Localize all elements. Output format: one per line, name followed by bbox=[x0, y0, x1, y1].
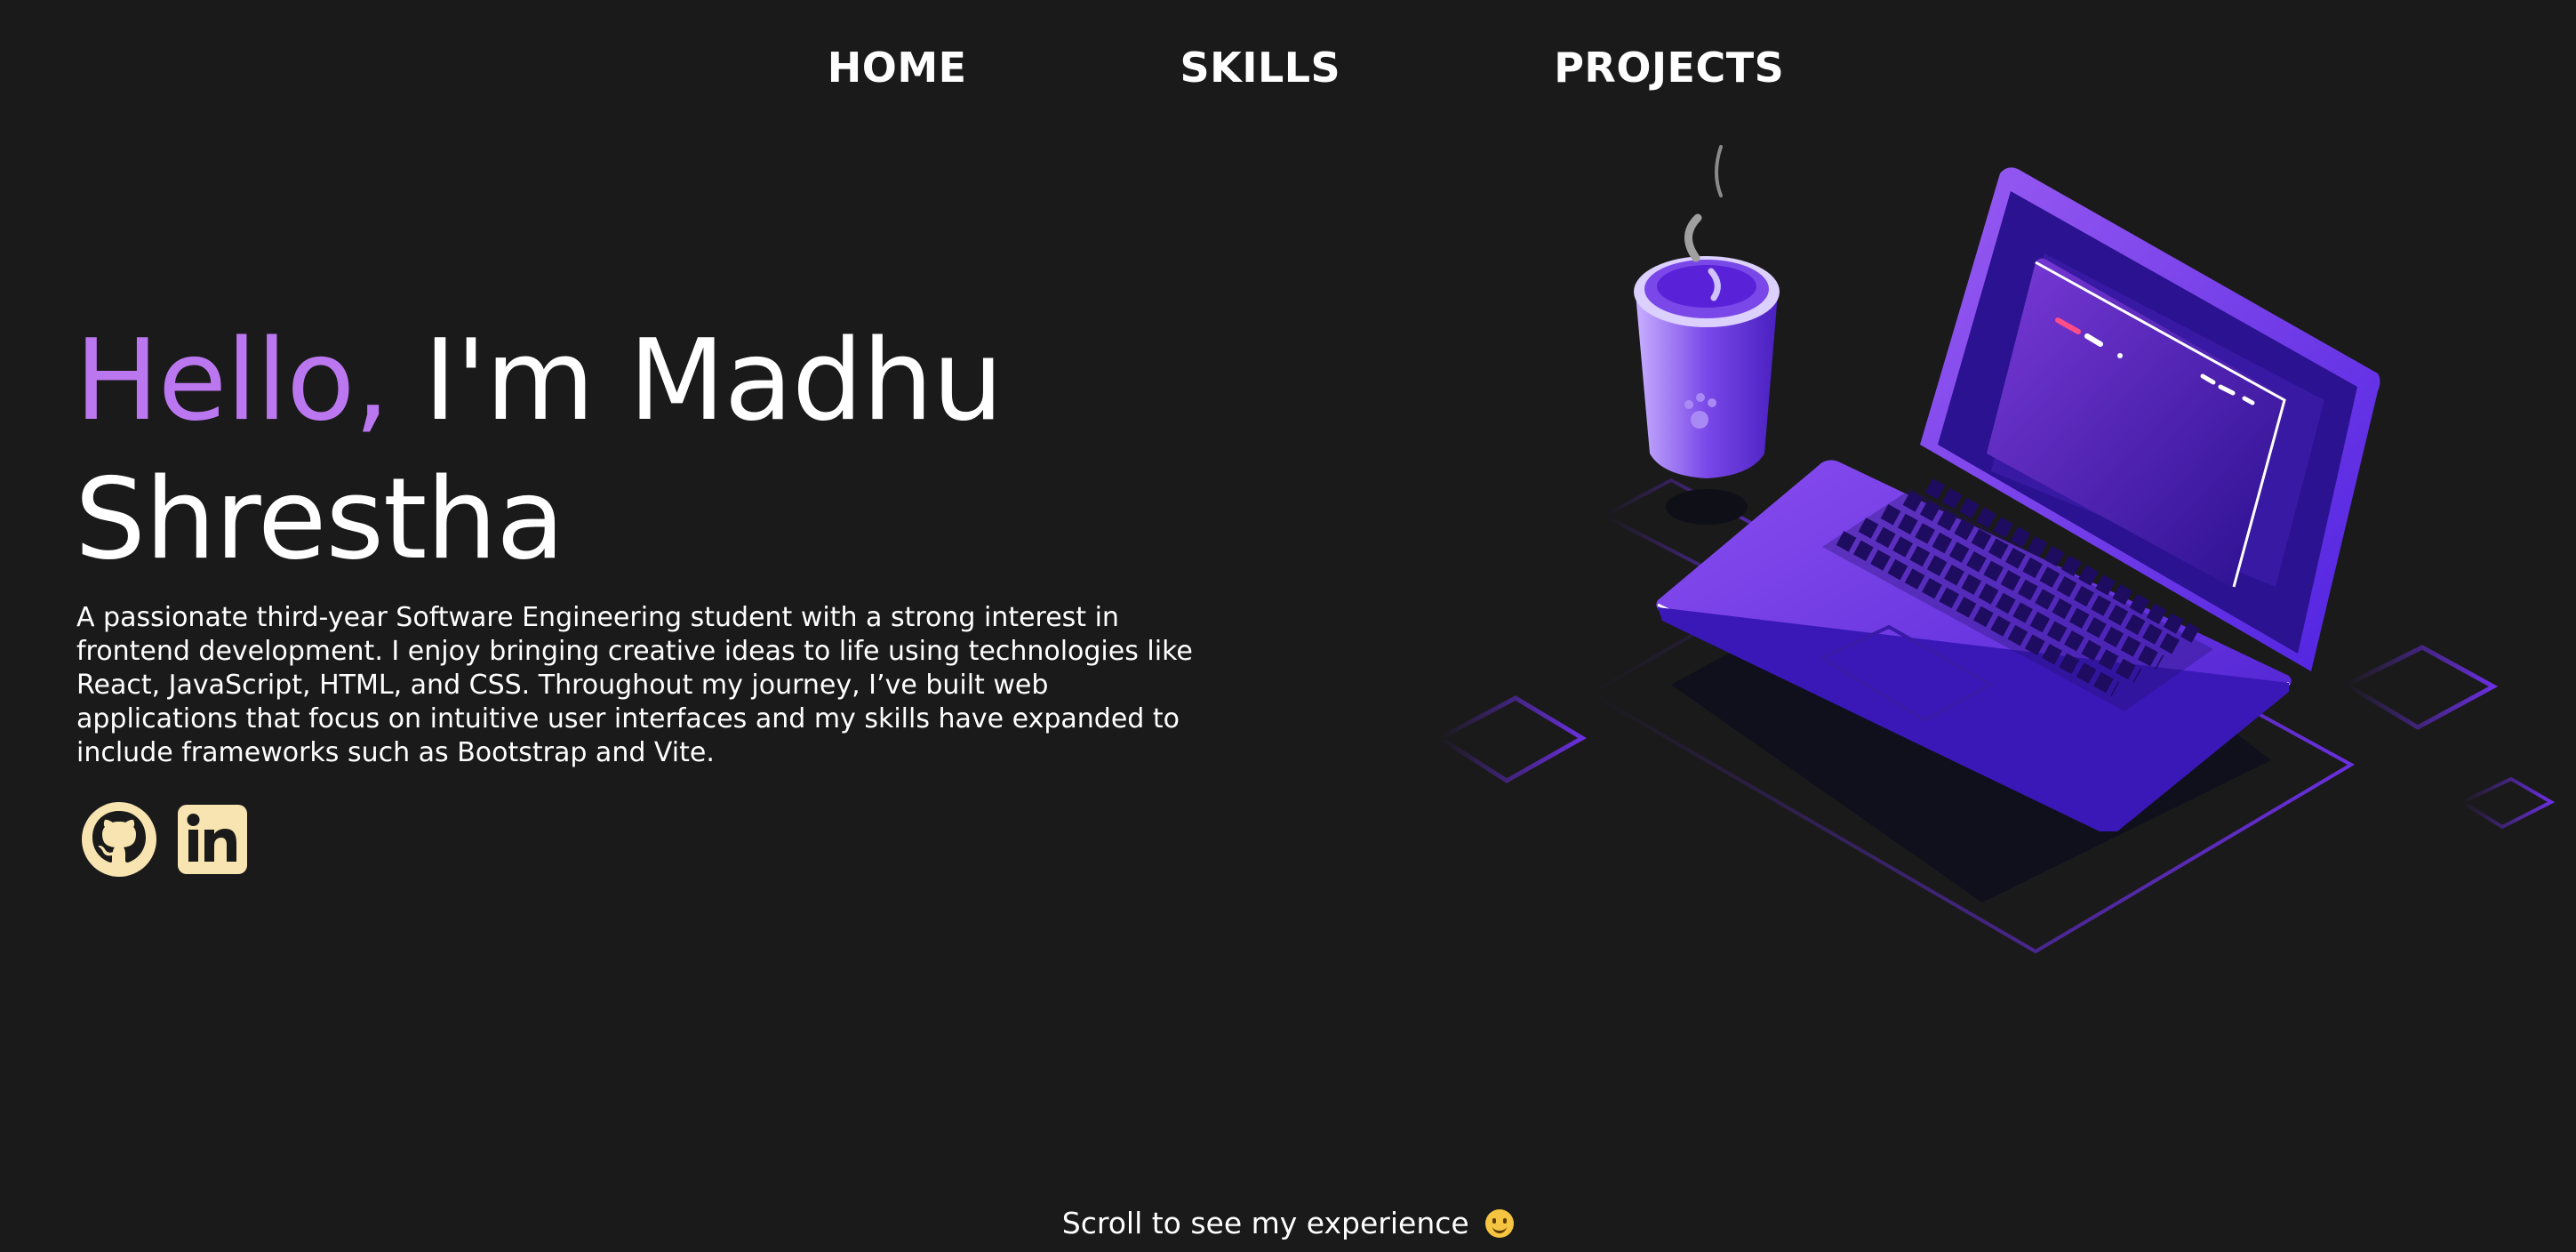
nav-projects[interactable]: PROJECTS bbox=[1518, 44, 1784, 92]
scroll-hint-text: Scroll to see my experience bbox=[1061, 1206, 1469, 1240]
hero-title: Hello, I'm Madhu Shrestha bbox=[75, 311, 1230, 589]
hero-greeting: Hello, bbox=[75, 315, 389, 445]
laptop-coffee-illustration bbox=[1436, 145, 2556, 954]
social-links bbox=[82, 802, 247, 880]
github-link[interactable] bbox=[82, 802, 156, 880]
github-icon bbox=[82, 802, 156, 877]
main-nav: HOME SKILLS PROJECTS bbox=[0, 34, 2576, 101]
scroll-hint: Scroll to see my experience bbox=[0, 1206, 2576, 1240]
nav-home[interactable]: HOME bbox=[792, 44, 967, 92]
smiling-face-emoji-icon bbox=[1485, 1209, 1515, 1238]
nav-skills[interactable]: SKILLS bbox=[1145, 44, 1341, 92]
linkedin-link[interactable] bbox=[178, 805, 247, 878]
linkedin-icon bbox=[178, 805, 247, 874]
hero-description: A passionate third-year Software Enginee… bbox=[76, 602, 1193, 768]
